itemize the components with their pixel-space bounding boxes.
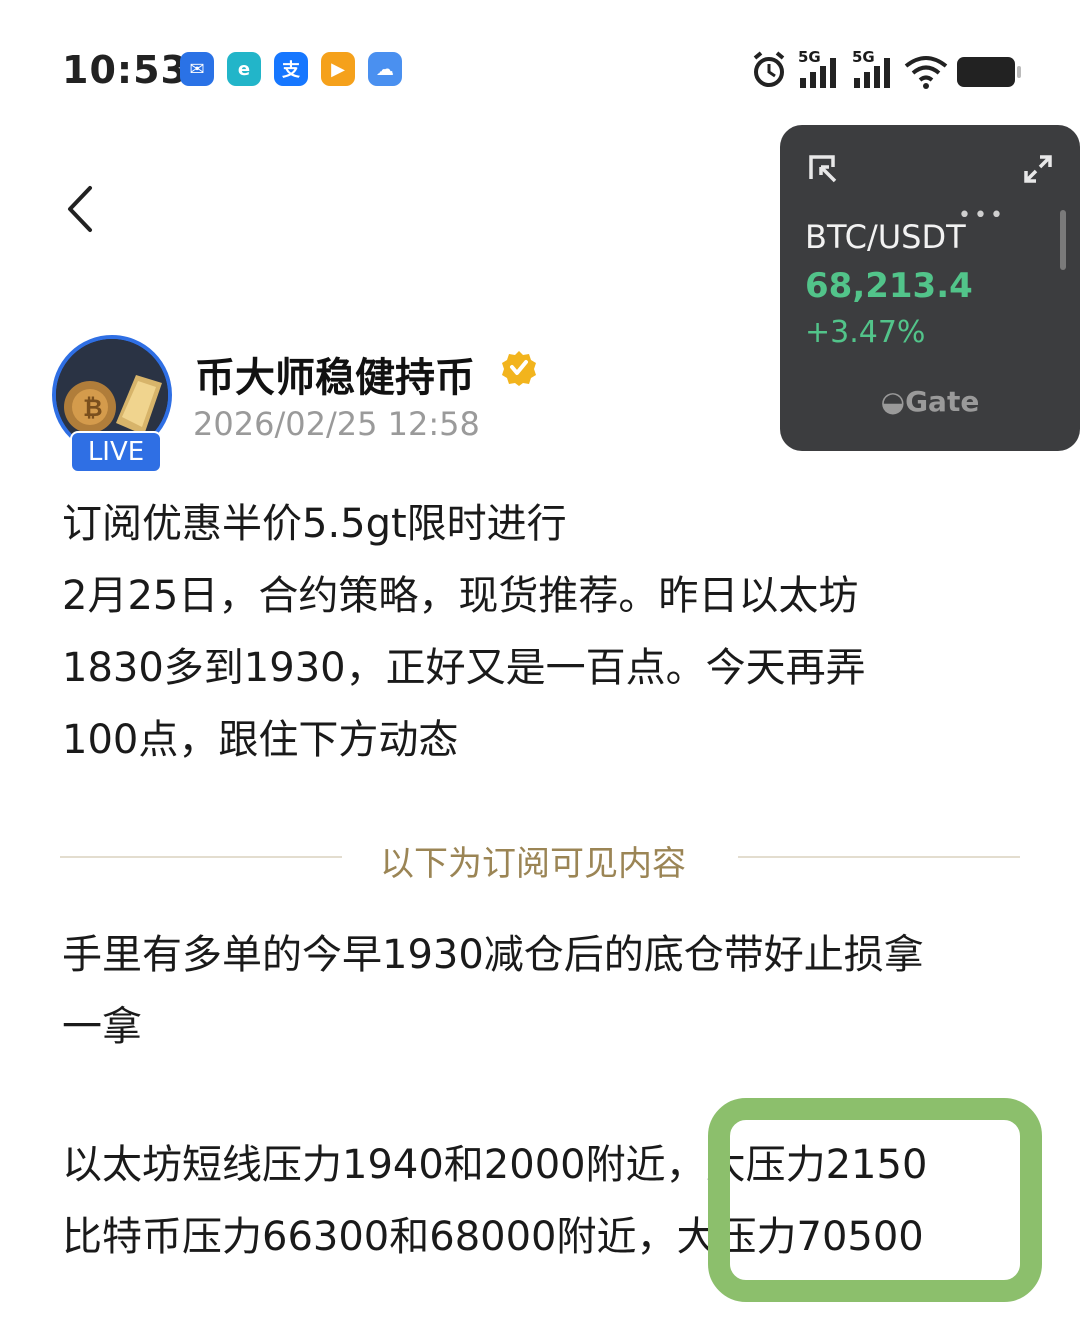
brand-logo: ◒Gate xyxy=(780,385,1080,418)
post-text-line-2: 2月25日，合约策略，现货推荐。昨日以太坊 xyxy=(62,573,859,619)
price-change: +3.47% xyxy=(805,315,926,350)
post-text-line-1: 订阅优惠半价5.5gt限时进行 xyxy=(62,501,567,547)
brand-name: Gate xyxy=(905,385,980,418)
video-app-icon: ▶ xyxy=(321,52,355,86)
post-text-line-4: 100点，跟住下方动态 xyxy=(62,717,459,763)
status-time: 10:53 xyxy=(62,48,188,92)
ticker-widget[interactable]: ••• BTC/USDT 68,213.4 +3.47% ◒Gate xyxy=(780,125,1080,451)
browser-app-icon: e xyxy=(227,52,261,86)
alipay-app-icon: 支 xyxy=(274,52,308,86)
post-text-line-3: 1830多到1930，正好又是一百点。今天再弄 xyxy=(62,645,866,691)
signal-2-icon: 5G xyxy=(852,48,896,90)
subscriber-divider-label: 以下为订阅可见内容 xyxy=(380,844,686,884)
cloud-app-icon: ☁ xyxy=(368,52,402,86)
post-timestamp: 2026/02/25 12:58 xyxy=(193,405,480,443)
wifi-icon xyxy=(904,56,948,89)
verified-badge-icon xyxy=(502,351,536,386)
subscriber-text-line-1: 手里有多单的今早1930减仓后的底仓带好止损拿 xyxy=(62,932,924,978)
divider-line-right xyxy=(738,856,1020,858)
signal-1-icon: 5G xyxy=(798,48,842,90)
back-button[interactable] xyxy=(60,182,104,236)
app-notification-icon: ✉ xyxy=(180,52,214,86)
trading-pair: BTC/USDT xyxy=(805,218,966,256)
divider-line-left xyxy=(60,856,342,858)
scrollbar[interactable] xyxy=(1060,210,1066,270)
gate-logo-icon: ◒ xyxy=(880,385,906,418)
highlight-box xyxy=(708,1098,1042,1302)
price-value: 68,213.4 xyxy=(805,266,973,306)
alarm-icon xyxy=(753,51,785,87)
minimize-window-icon[interactable] xyxy=(807,153,839,185)
author-name[interactable]: 币大师稳健持币 xyxy=(195,345,475,403)
expand-icon[interactable] xyxy=(1022,153,1054,185)
live-badge: LIVE xyxy=(70,431,162,473)
battery-icon xyxy=(957,57,1021,87)
chevron-left-icon xyxy=(68,186,92,232)
subscriber-text-line-2: 一拿 xyxy=(62,1004,142,1050)
svg-text:₿: ₿ xyxy=(83,395,103,422)
